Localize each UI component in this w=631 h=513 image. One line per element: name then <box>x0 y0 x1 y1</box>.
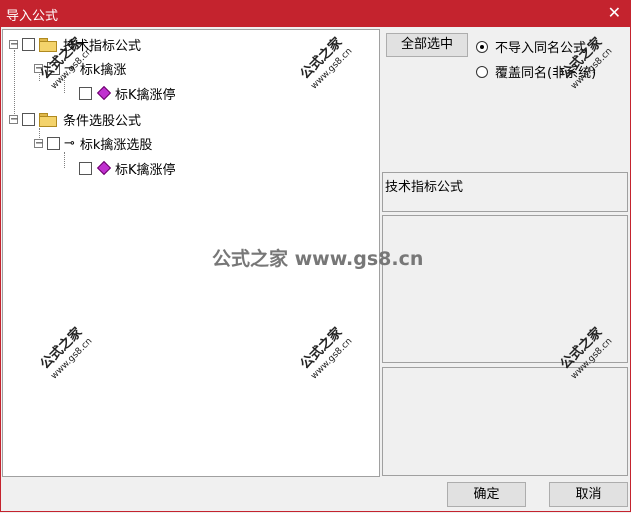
tree-checkbox[interactable] <box>22 37 35 51</box>
tree-line <box>14 50 15 116</box>
watermark-text: 公式之家 www.gs8.cn <box>212 248 424 270</box>
collapse-icon[interactable]: − <box>9 39 18 49</box>
tree-node-label: 标K擒涨停 <box>115 162 176 178</box>
formula-info-box <box>382 367 628 476</box>
formula-gem-icon <box>96 160 112 176</box>
tree-checkbox[interactable] <box>47 136 60 150</box>
tree-checkbox[interactable] <box>22 112 35 126</box>
select-all-button[interactable]: 全部选中 <box>386 33 468 57</box>
formula-gem-icon <box>96 85 112 101</box>
tree-node-formula-item[interactable]: 标K擒涨停 <box>67 82 176 104</box>
close-icon[interactable]: ✕ <box>608 3 621 22</box>
key-icon: ⊸ <box>64 135 75 151</box>
tree-line <box>64 152 65 168</box>
collapse-icon[interactable]: − <box>9 114 18 124</box>
folder-icon <box>39 37 57 52</box>
tree-checkbox[interactable] <box>79 161 92 175</box>
window-title: 导入公式 <box>6 9 59 24</box>
tree-node-label: 标k擒涨选股 <box>79 137 153 153</box>
tree-node-screener[interactable]: − 条件选股公式 <box>9 108 141 130</box>
ok-button[interactable]: 确定 <box>447 482 526 507</box>
radio-label: 不导入同名公式 <box>495 41 587 56</box>
radio-selected-icon[interactable] <box>476 40 488 53</box>
tree-node-label: 标K擒涨停 <box>115 87 176 103</box>
tree-checkbox[interactable] <box>79 86 92 100</box>
tree-node-formula-item[interactable]: 标K擒涨停 <box>67 157 176 179</box>
no-import-duplicate-radio[interactable]: 不导入同名公式 <box>476 37 586 56</box>
description-text: 技术指标公式 <box>385 180 464 195</box>
title-bar: 导入公式 ✕ <box>0 0 631 27</box>
folder-icon <box>39 112 57 127</box>
tree-node-formula[interactable]: − ⊸ 标k擒涨选股 <box>34 132 152 154</box>
tree-node-label: 条件选股公式 <box>63 113 142 129</box>
radio-unselected-icon[interactable] <box>476 65 488 78</box>
cancel-button[interactable]: 取消 <box>549 482 628 507</box>
collapse-icon[interactable]: − <box>34 138 43 148</box>
